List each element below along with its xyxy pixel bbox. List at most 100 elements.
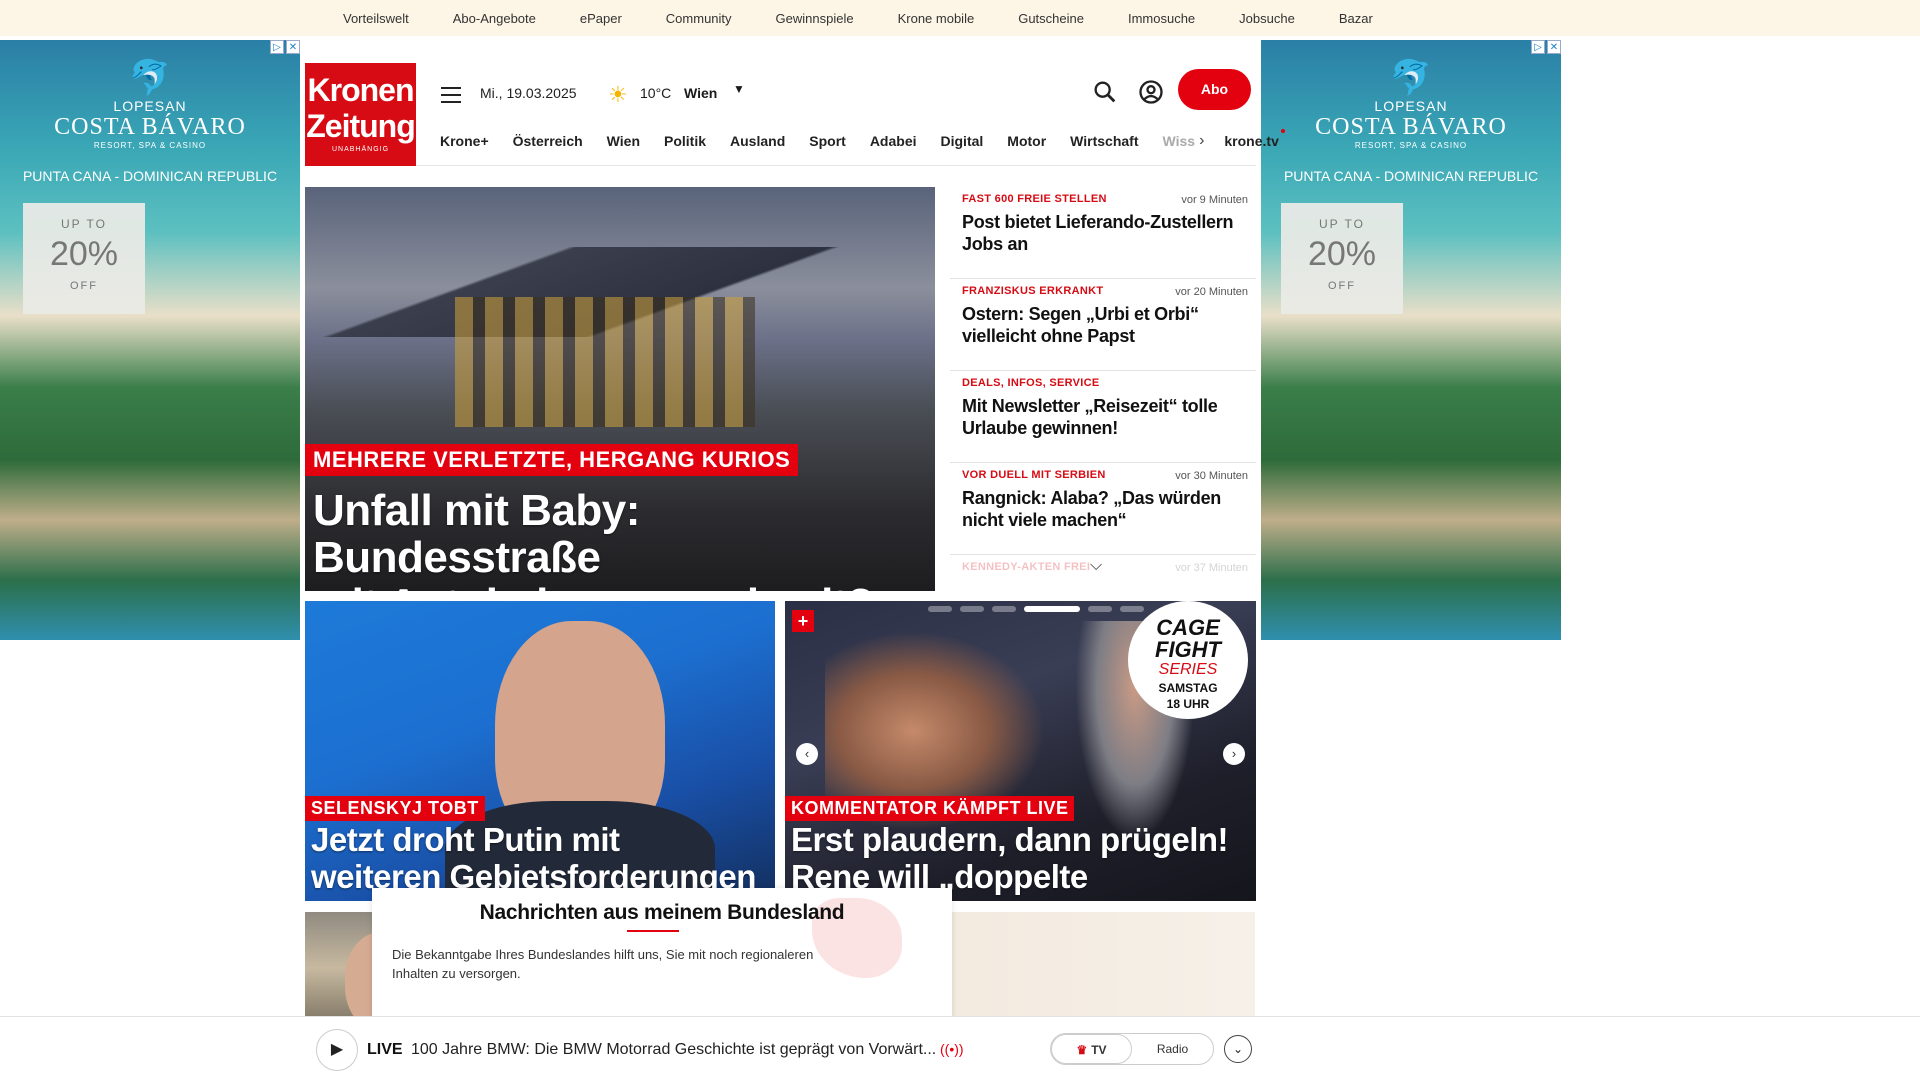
ad-brand: 🐬 LOPESAN COSTA BÁVARO RESORT, SPA & CAS… <box>1261 58 1561 150</box>
topbar-link-community[interactable]: Community <box>666 11 732 26</box>
article-card-putin[interactable]: SELENSKYJ TOBT Jetzt droht Putin mit wei… <box>305 601 775 901</box>
ad-offer-box: UP TO 20% OFF <box>23 203 145 314</box>
nav-item-motor[interactable]: Motor <box>1007 133 1046 149</box>
city-selector[interactable]: Wien <box>684 85 717 101</box>
nav-item-krone-tv[interactable]: krone.tv <box>1224 128 1285 149</box>
kronen-zeitung-logo[interactable]: Kronen Zeitung UNABHÄNGIG <box>305 63 416 166</box>
top-utility-bar: Vorteilswelt Abo-Angebote ePaper Communi… <box>0 0 1920 36</box>
tv-toggle-option[interactable]: ♛ TV <box>1051 1034 1132 1064</box>
user-account-icon[interactable] <box>1137 78 1165 106</box>
sun-icon: ☀ <box>608 82 628 107</box>
topbar-link-immosuche[interactable]: Immosuche <box>1128 11 1195 26</box>
main-navigation: Krone+ Österreich Wien Politik Ausland S… <box>416 116 1285 166</box>
ad-offer-upto: UP TO <box>60 217 108 231</box>
ad-offer-off: OFF <box>1328 280 1356 292</box>
list-item[interactable]: DEALS, INFOS, SERVICE Mit Newsletter „Re… <box>950 371 1256 463</box>
heading-underline <box>627 930 679 932</box>
temperature: 10°C <box>640 85 672 101</box>
topbar-link-gewinnspiele[interactable]: Gewinnspiele <box>776 11 854 26</box>
nav-item-oesterreich[interactable]: Österreich <box>513 133 583 149</box>
topbar-link-gutscheine[interactable]: Gutscheine <box>1018 11 1084 26</box>
bundesland-text: Die Bekanntgabe Ihres Bundeslandes hilft… <box>392 947 814 981</box>
ad-brand-line2: COSTA BÁVARO <box>54 114 246 140</box>
list-item[interactable]: FRANZISKUS ERKRANKT vor 20 Minuten Oster… <box>950 279 1256 371</box>
hero-kicker: MEHRERE VERLETZTE, HERGANG KURIOS <box>305 444 799 476</box>
ad-brand-line1: LOPESAN <box>1374 98 1448 114</box>
card-headline-line1: Erst plaudern, dann prügeln! <box>791 821 1229 858</box>
nav-item-krone-plus[interactable]: Krone+ <box>440 133 489 149</box>
search-icon[interactable] <box>1091 78 1119 106</box>
topbar-link-epaper[interactable]: ePaper <box>580 11 622 26</box>
nav-scroll-right-icon[interactable]: › <box>1199 132 1204 150</box>
nav-item-adabei[interactable]: Adabei <box>870 133 917 149</box>
card-headline[interactable]: Jetzt droht Putin mit weiteren Gebietsfo… <box>311 821 771 895</box>
live-label: LIVE <box>367 1041 403 1058</box>
live-dot <box>1280 128 1285 133</box>
nav-item-ausland[interactable]: Ausland <box>730 133 785 149</box>
hero-headline[interactable]: Unfall mit Baby: Bundesstraße mit Autoba… <box>313 487 933 591</box>
carousel-dot[interactable] <box>1120 606 1144 612</box>
article-card-carousel[interactable]: + CAGE FIGHT SERIES SAMSTAG 18 UHR ‹ › K… <box>785 601 1256 901</box>
nav-item-wien[interactable]: Wien <box>607 133 640 149</box>
menu-icon[interactable] <box>441 87 461 103</box>
carousel-dot[interactable] <box>928 606 952 612</box>
logo-line2: Zeitung <box>306 108 416 144</box>
crown-icon: ♛ <box>1076 1043 1088 1057</box>
nav-item-politik[interactable]: Politik <box>664 133 706 149</box>
nav-item-wissen[interactable]: Wiss <box>1163 133 1196 149</box>
chevron-down-icon[interactable]: ▼ <box>733 82 745 96</box>
news-title[interactable]: Rangnick: Alaba? „Das würden nicht viele… <box>962 487 1248 531</box>
list-item[interactable]: FAST 600 FREIE STELLEN vor 9 Minuten Pos… <box>950 187 1256 279</box>
carousel-dot[interactable] <box>1088 606 1112 612</box>
nav-item-wirtschaft[interactable]: Wirtschaft <box>1070 133 1138 149</box>
ad-offer-upto: UP TO <box>1318 217 1366 231</box>
ad-banner-right[interactable]: ▷ ✕ 🐬 LOPESAN COSTA BÁVARO RESORT, SPA & … <box>1261 40 1561 640</box>
carousel-dot[interactable] <box>992 606 1016 612</box>
carousel-prev-icon[interactable]: ‹ <box>796 743 818 765</box>
radio-toggle-option[interactable]: Radio <box>1132 1034 1213 1064</box>
carousel-next-icon[interactable]: › <box>1223 743 1245 765</box>
hero-article[interactable]: MEHRERE VERLETZTE, HERGANG KURIOS Unfall… <box>305 187 935 591</box>
news-title[interactable]: Ostern: Segen „Urbi et Orbi“ vielleicht … <box>962 303 1248 347</box>
topbar-link-bazar[interactable]: Bazar <box>1339 11 1373 26</box>
current-date: Mi., 19.03.2025 <box>480 85 577 101</box>
ad-tagline: PUNTA CANA - DOMINICAN REPUBLIC <box>22 168 278 184</box>
topbar-link-krone-mobile[interactable]: Krone mobile <box>898 11 975 26</box>
news-title[interactable]: Mit Newsletter „Reisezeit“ tolle Urlaube… <box>962 395 1248 439</box>
badge-line3: SERIES <box>1158 661 1218 678</box>
player-title[interactable]: 100 Jahre BMW: Die BMW Motorrad Geschich… <box>411 1041 936 1059</box>
chevron-down-icon[interactable]: ⌵ <box>1090 557 1102 575</box>
tv-label: TV <box>1091 1043 1107 1057</box>
live-player-bar: ▶ LIVE 100 Jahre BMW: Die BMW Motorrad G… <box>0 1016 1920 1080</box>
tv-radio-toggle[interactable]: ♛ TV Radio <box>1050 1033 1214 1065</box>
list-item[interactable]: KENNEDY-AKTEN FREI vor 37 Minuten <box>950 555 1256 591</box>
list-item[interactable]: VOR DUELL MIT SERBIEN vor 30 Minuten Ran… <box>950 463 1256 555</box>
ad-brand-line3: RESORT, SPA & CASINO <box>93 141 207 150</box>
play-icon[interactable]: ▶ <box>316 1029 358 1071</box>
ad-banner-left[interactable]: ▷ ✕ 🐬 LOPESAN COSTA BÁVARO RESORT, SPA & … <box>0 40 300 640</box>
topbar-link-abo-angebote[interactable]: Abo-Angebote <box>453 11 536 26</box>
expand-player-icon[interactable]: ⌄ <box>1224 1035 1252 1063</box>
carousel-dot[interactable] <box>1024 606 1080 612</box>
logo-subline: UNABHÄNGIG <box>331 146 390 153</box>
topbar-link-vorteilswelt[interactable]: Vorteilswelt <box>343 11 409 26</box>
news-title[interactable]: Post bietet Lieferando-Zustellern Jobs a… <box>962 211 1248 255</box>
carousel-indicator[interactable] <box>928 606 1144 612</box>
ad-choices-icon[interactable]: ▷ ✕ <box>1531 40 1561 54</box>
ad-logo-icon: 🐬 <box>1389 59 1433 97</box>
ad-brand: 🐬 LOPESAN COSTA BÁVARO RESORT, SPA & CAS… <box>0 58 300 150</box>
carousel-dot[interactable] <box>960 606 984 612</box>
news-kicker: DEALS, INFOS, SERVICE <box>962 377 1100 389</box>
abo-button[interactable]: Abo <box>1178 69 1251 110</box>
ad-offer-percent: 20% <box>49 235 119 273</box>
logo-line1: Kronen <box>307 72 415 108</box>
krone-plus-icon: + <box>792 610 814 632</box>
nav-item-digital[interactable]: Digital <box>941 133 984 149</box>
topbar-link-jobsuche[interactable]: Jobsuche <box>1239 11 1295 26</box>
card-kicker: SELENSKYJ TOBT <box>305 796 485 821</box>
nav-item-sport[interactable]: Sport <box>809 133 846 149</box>
site-header: Kronen Zeitung UNABHÄNGIG Mi., 19.03.202… <box>305 63 1285 203</box>
ad-choices-icon[interactable]: ▷ ✕ <box>270 40 300 54</box>
ad-brand-line2: COSTA BÁVARO <box>1315 114 1507 140</box>
ad-logo-icon: 🐬 <box>128 59 172 97</box>
